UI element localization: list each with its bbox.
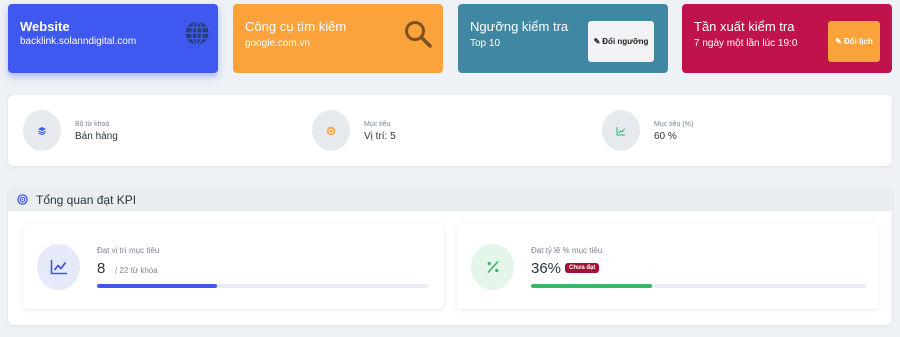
goal-value: Bán hàng bbox=[75, 131, 118, 142]
threshold-card-value: Top 10 bbox=[470, 38, 501, 49]
kpi-value: 8 bbox=[97, 260, 106, 277]
frequency-card-title: Tần xuất kiểm tra bbox=[694, 19, 795, 34]
search-icon bbox=[405, 21, 432, 48]
globe-icon bbox=[185, 20, 209, 46]
kpi-overview-panel: Tổng quan đạt KPI Đạt vị trí mục tiêu 8 … bbox=[8, 188, 892, 325]
change-threshold-button[interactable]: ✎ Đổi ngưỡng bbox=[588, 21, 654, 62]
progress-bar bbox=[97, 284, 428, 288]
chart-line-icon bbox=[602, 110, 640, 151]
search-engine-card-value: google.com.vn bbox=[245, 38, 311, 49]
kpi-label: Đạt tỷ lệ % mục tiêu bbox=[531, 246, 603, 255]
goal-label: Bộ từ khoá bbox=[75, 121, 110, 128]
website-card-value: backlink.solanndigital.com bbox=[20, 36, 137, 47]
search-engine-card: Công cụ tìm kiếm google.com.vn bbox=[233, 4, 443, 73]
edit-icon: ✎ bbox=[593, 37, 601, 46]
progress-fill bbox=[97, 284, 218, 288]
goal-label: Mục tiêu (%) bbox=[654, 121, 694, 128]
kpi-percent-card: Đạt tỷ lệ % mục tiêu 36% Chưa đạt bbox=[457, 224, 878, 309]
change-schedule-button[interactable]: ✎ Đổi lịch bbox=[828, 21, 880, 62]
kpi-header-title: Tổng quan đạt KPI bbox=[36, 193, 137, 207]
kpi-position-card: Đạt vị trí mục tiêu 8 / 22 từ khóa bbox=[23, 224, 444, 309]
kpi-value: 36% bbox=[531, 260, 562, 277]
website-card-title: Website bbox=[20, 19, 70, 34]
search-engine-card-title: Công cụ tìm kiếm bbox=[245, 19, 347, 34]
goal-value: 60 % bbox=[654, 131, 677, 142]
chart-line-icon bbox=[37, 244, 80, 290]
threshold-card: Ngưỡng kiểm tra Top 10 ✎ Đổi ngưỡng bbox=[458, 4, 668, 73]
frequency-card: Tần xuất kiểm tra 7 ngày một lần lúc 19:… bbox=[682, 4, 892, 73]
status-badge: Chưa đạt bbox=[565, 263, 600, 273]
change-schedule-label: Đổi lịch bbox=[843, 37, 873, 46]
kpi-unit: / 22 từ khóa bbox=[115, 266, 158, 275]
goal-label: Mục tiêu bbox=[364, 121, 391, 128]
bullseye-icon bbox=[17, 194, 28, 205]
website-card: Website backlink.solanndigital.com bbox=[8, 4, 218, 73]
frequency-card-value: 7 ngày một lần lúc 19:0 bbox=[694, 38, 798, 49]
progress-bar bbox=[531, 284, 866, 288]
kpi-header: Tổng quan đạt KPI bbox=[8, 188, 892, 211]
goal-value: Vị trí: 5 bbox=[364, 131, 396, 142]
percent-icon bbox=[471, 244, 514, 290]
threshold-card-title: Ngưỡng kiểm tra bbox=[470, 19, 569, 34]
layers-icon bbox=[23, 110, 61, 151]
change-threshold-label: Đổi ngưỡng bbox=[602, 37, 649, 46]
target-icon bbox=[312, 110, 350, 151]
edit-icon: ✎ bbox=[835, 37, 842, 46]
goals-panel: Bộ từ khoá Bán hàng Mục tiêu Vị trí: 5 M… bbox=[8, 95, 892, 166]
kpi-label: Đạt vị trí mục tiêu bbox=[97, 246, 160, 255]
progress-fill bbox=[531, 284, 652, 288]
